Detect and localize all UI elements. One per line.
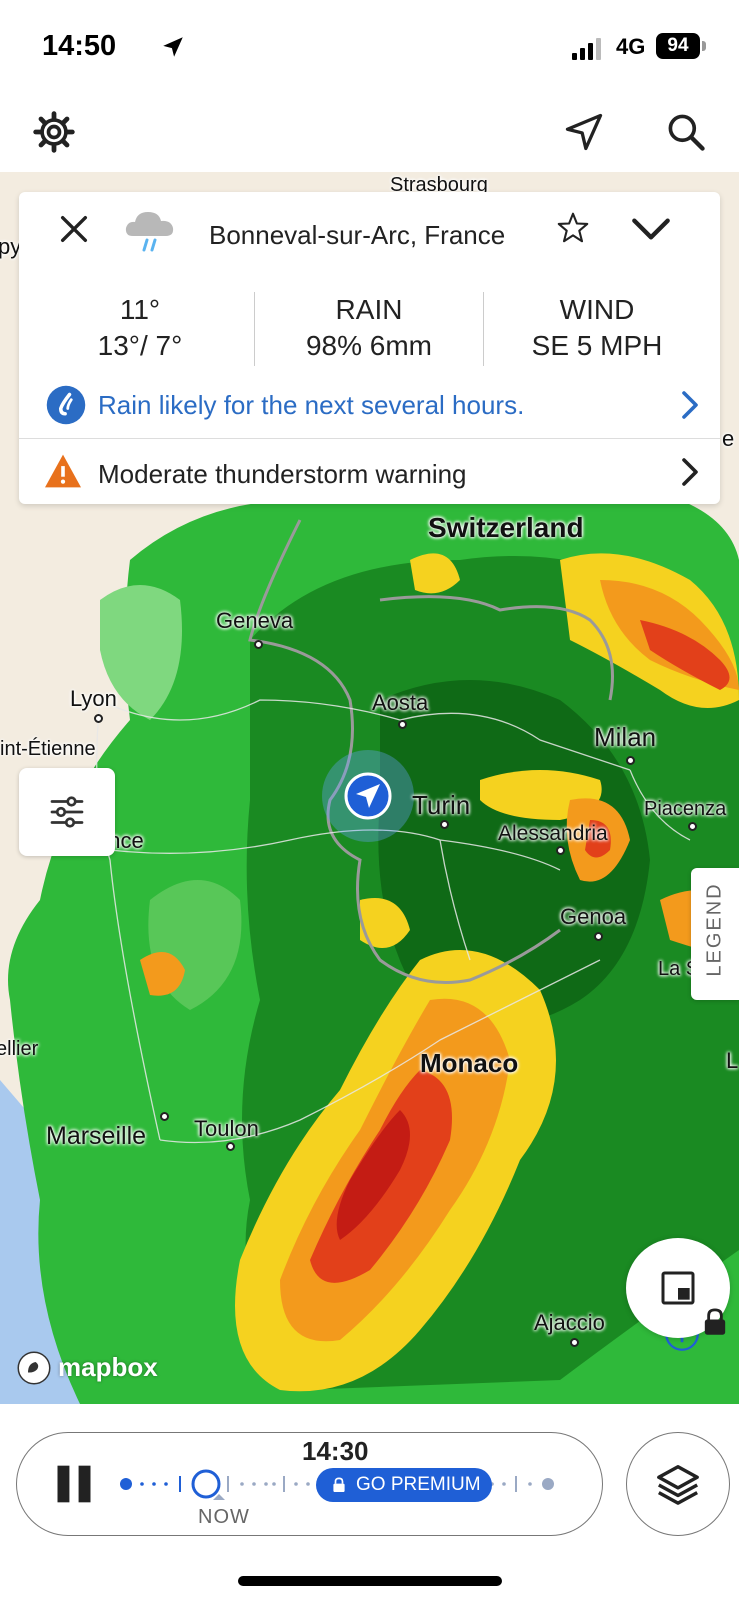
gear-icon[interactable] [32, 110, 76, 154]
rain-value: 98% 6mm [305, 330, 433, 361]
battery-cap [702, 41, 706, 51]
city-label: Milan [594, 722, 657, 752]
city-label: Genoa [560, 904, 627, 929]
status-bar: 14:50 4G 94 [0, 0, 739, 92]
now-label: NOW [198, 1506, 250, 1528]
city-dot [94, 714, 103, 723]
city-dot [440, 820, 449, 829]
city-dot [570, 1338, 579, 1347]
city-dot [556, 846, 565, 855]
sliders-icon [50, 796, 84, 828]
wind-stat: WIND SE 5 MPH [483, 292, 711, 364]
forecast-message: Rain likely for the next several hours. [98, 390, 525, 420]
mapbox-logo-icon [17, 1351, 51, 1385]
current-temperature: 11° [119, 294, 161, 325]
city-dot [626, 756, 635, 765]
city-label: Ajaccio [534, 1310, 605, 1335]
city-label: Marseille [46, 1122, 147, 1150]
location-name: Bonneval-sur-Arc, France [209, 220, 506, 250]
city-label: Turin [412, 790, 471, 820]
location-card: Bonneval-sur-Arc, France 11° 13°/ 7° RAI… [19, 192, 720, 504]
city-label: Piacenza [644, 798, 727, 820]
chevron-down-icon[interactable] [631, 212, 671, 246]
playback-time: 14:30 [302, 1436, 369, 1466]
city-label: int-Étienne [0, 738, 96, 760]
rain-label: RAIN [335, 294, 403, 325]
temperature-stat: 11° 13°/ 7° [26, 292, 254, 364]
map-filter-button[interactable] [19, 768, 115, 856]
picture-in-picture-icon [661, 1271, 695, 1305]
location-services-icon [163, 37, 183, 57]
location-arrow-icon[interactable] [562, 110, 606, 154]
legend-label: LEGEND [703, 882, 726, 977]
city-dot [398, 720, 407, 729]
city-label: Lyon [70, 686, 117, 711]
city-label: Toulon [194, 1116, 259, 1141]
close-icon[interactable] [57, 212, 91, 246]
search-icon[interactable] [664, 110, 708, 154]
city-label: Alessandria [498, 822, 608, 845]
network-type: 4G [616, 34, 646, 59]
city-label: e [722, 426, 735, 451]
cellular-signal-icon [572, 38, 601, 60]
country-label: Switzerland [428, 512, 584, 543]
rain-drop-icon [46, 385, 86, 425]
city-dot [160, 1112, 169, 1121]
go-premium-button[interactable]: GO PREMIUM [316, 1468, 492, 1502]
city-dot [688, 822, 697, 831]
city-dot [226, 1142, 235, 1151]
city-label: ellier [0, 1038, 39, 1060]
rain-stat: RAIN 98% 6mm [255, 292, 483, 364]
wind-label: WIND [559, 294, 635, 325]
warning-text: Moderate thunderstorm warning [98, 459, 467, 489]
forecast-message-row[interactable]: Rain likely for the next several hours. [19, 380, 720, 430]
status-time: 14:50 [42, 30, 117, 62]
current-location-marker[interactable] [320, 748, 416, 844]
rain-cloud-icon [125, 212, 174, 252]
lock-icon [333, 1477, 345, 1492]
city-dot [594, 932, 603, 941]
layers-icon [657, 1465, 699, 1505]
favorite-star-icon[interactable] [555, 210, 591, 246]
mapbox-label: mapbox [58, 1352, 158, 1382]
city-label: Geneva [216, 608, 294, 633]
chevron-right-icon [682, 458, 698, 486]
lock-icon [704, 1308, 726, 1335]
pause-icon[interactable] [52, 1462, 96, 1506]
city-label: L [726, 1048, 739, 1073]
home-indicator [238, 1576, 502, 1586]
city-label: Monaco [420, 1048, 519, 1078]
wind-value: SE 5 MPH [531, 330, 663, 361]
go-premium-label: GO PREMIUM [356, 1474, 481, 1495]
legend-tab[interactable]: LEGEND [691, 868, 739, 1000]
warning-row[interactable]: Moderate thunderstorm warning [19, 439, 720, 504]
city-label: Aosta [372, 690, 429, 715]
city-dot [254, 640, 263, 649]
temperature-range: 13°/ 7° [97, 330, 183, 361]
top-toolbar [0, 92, 739, 172]
chevron-right-icon [682, 391, 698, 419]
warning-triangle-icon [45, 454, 81, 488]
map-layers-button[interactable] [626, 1432, 730, 1536]
battery-indicator: 94 [656, 33, 700, 59]
